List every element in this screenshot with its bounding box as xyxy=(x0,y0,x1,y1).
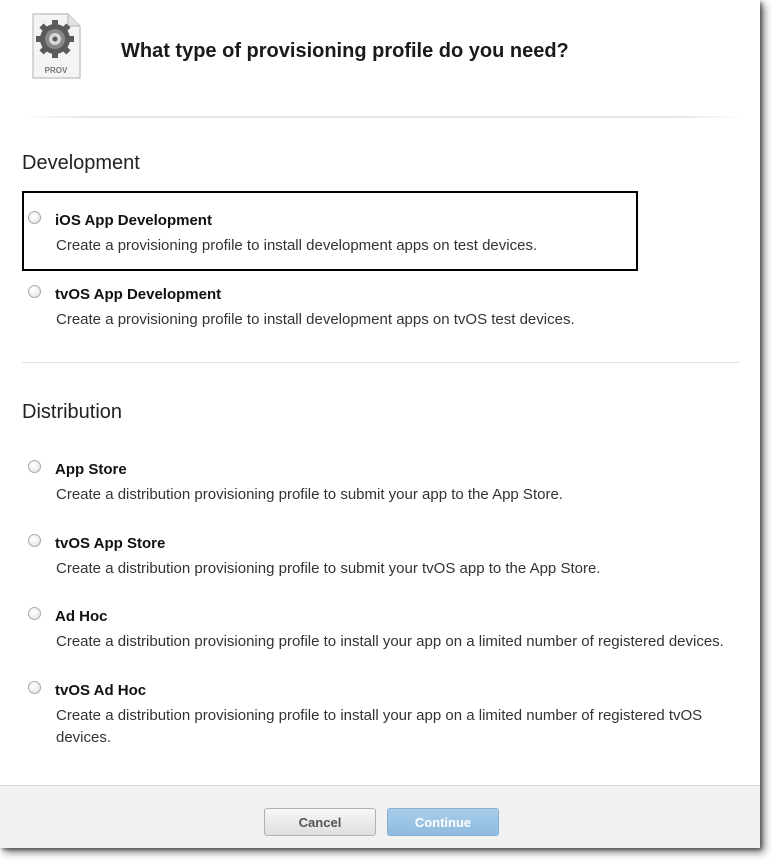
header-divider xyxy=(22,116,742,118)
radio-app-store[interactable] xyxy=(28,460,41,473)
radio-ad-hoc[interactable] xyxy=(28,607,41,620)
section-divider xyxy=(22,362,740,363)
page-title: What type of provisioning profile do you… xyxy=(121,40,569,62)
development-section-title: Development xyxy=(22,152,140,174)
selection-highlight xyxy=(22,191,638,271)
radio-ios-app-development[interactable] xyxy=(28,211,41,224)
option-label: tvOS App Development xyxy=(55,286,222,303)
distribution-section-title: Distribution xyxy=(22,401,123,423)
option-description: Create a provisioning profile to install… xyxy=(56,311,575,328)
header: PROV What type of provisioning profile d… xyxy=(0,0,760,118)
option-label: App Store xyxy=(55,461,127,478)
provisioning-profile-panel: PROV What type of provisioning profile d… xyxy=(0,0,760,848)
provisioning-profile-icon: PROV xyxy=(32,13,81,79)
option-label: iOS App Development xyxy=(55,212,212,229)
option-label: tvOS App Store xyxy=(55,535,166,552)
option-description: Create a provisioning profile to install… xyxy=(56,237,538,254)
option-label: tvOS Ad Hoc xyxy=(55,682,147,699)
radio-tvos-app-store[interactable] xyxy=(28,534,41,547)
option-label: Ad Hoc xyxy=(55,608,108,625)
radio-tvos-app-development[interactable] xyxy=(28,285,41,298)
cancel-button[interactable]: Cancel xyxy=(264,808,376,836)
radio-tvos-ad-hoc[interactable] xyxy=(28,681,41,694)
option-description: Create a distribution provisioning profi… xyxy=(56,560,601,577)
continue-button[interactable]: Continue xyxy=(387,808,499,836)
option-description: Create a distribution provisioning profi… xyxy=(56,633,724,650)
option-description: Create a distribution provisioning profi… xyxy=(56,707,703,746)
footer-bar: Cancel Continue xyxy=(0,785,760,848)
option-description: Create a distribution provisioning profi… xyxy=(56,486,563,503)
prov-icon-label: PROV xyxy=(45,66,68,75)
